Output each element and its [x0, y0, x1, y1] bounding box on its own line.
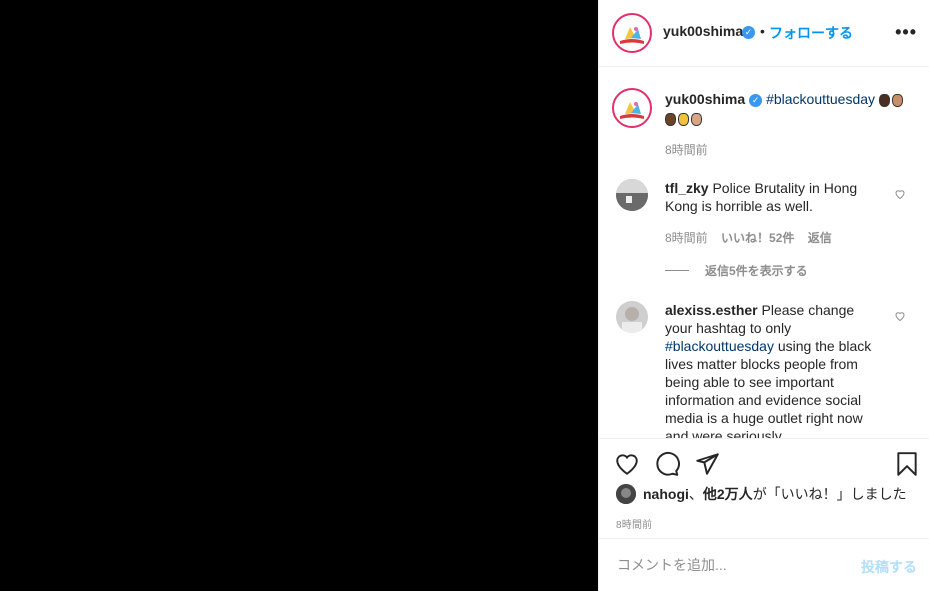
- likes-suffix: が「いいね！」しました: [752, 486, 907, 502]
- verified-badge-icon: ✓: [742, 26, 755, 39]
- raised-fist-medium-emoji-icon: [891, 93, 903, 107]
- avatar-photo-icon: [616, 179, 648, 211]
- comment-meta: 8時間前 いいね！52件 返信: [665, 229, 842, 246]
- post-side-panel: yuk00shima ✓ • フォローする ••• yuk00shima ✓ #…: [598, 0, 929, 591]
- view-replies-button[interactable]: 返信5件を表示する: [665, 262, 808, 279]
- avatar-illustration-icon: [616, 17, 648, 49]
- comment-like-count[interactable]: いいね！52件: [721, 231, 794, 245]
- likes-others-count[interactable]: 他2万人: [703, 484, 753, 504]
- comment-avatar[interactable]: [616, 301, 648, 333]
- caption-time[interactable]: 8時間前: [665, 141, 708, 158]
- save-bookmark-icon[interactable]: [894, 451, 920, 477]
- avatar-illustration-icon: [616, 92, 648, 124]
- raised-fist-yellow-emoji-icon: [678, 112, 689, 126]
- comment-like-heart-icon[interactable]: [894, 188, 906, 200]
- comment-text: alexiss.esther Please change your hashta…: [665, 301, 875, 438]
- comment-username[interactable]: tfl_zky: [665, 180, 709, 196]
- instagram-post-viewer: yuk00shima ✓ • フォローする ••• yuk00shima ✓ #…: [0, 0, 929, 591]
- caption-username[interactable]: yuk00shima: [665, 91, 745, 107]
- author-avatar[interactable]: [612, 13, 652, 53]
- raised-fist-dark-emoji-icon: [878, 93, 890, 107]
- likes-summary: nahogi、他2万人 が「いいね！」しました: [616, 484, 907, 504]
- likes-sep: 、: [688, 486, 703, 502]
- comment-hashtag[interactable]: #blackouttuesday: [665, 338, 774, 354]
- caption-author-avatar[interactable]: [612, 88, 652, 128]
- add-comment-bar: 投稿する: [599, 538, 929, 591]
- replies-divider-line: [665, 270, 689, 271]
- like-heart-icon[interactable]: [614, 451, 640, 477]
- view-replies-label: 返信5件を表示する: [705, 264, 808, 278]
- avatar-photo-icon: [616, 301, 648, 333]
- comment-reply-button[interactable]: 返信: [808, 231, 832, 245]
- liker-username[interactable]: nahogi: [643, 486, 689, 502]
- header-username[interactable]: yuk00shima: [663, 23, 743, 39]
- follow-button[interactable]: フォローする: [769, 23, 853, 43]
- comments-list[interactable]: yuk00shima ✓ #blackouttuesday 8時間前 tfl_zk…: [599, 68, 929, 438]
- raised-fist-light-emoji-icon: [691, 112, 702, 126]
- share-send-icon[interactable]: [694, 451, 720, 477]
- header-separator: •: [760, 23, 765, 39]
- comment-text: tfl_zky Police Brutality in Hong Kong is…: [665, 179, 875, 215]
- post-comment-button[interactable]: 投稿する: [861, 557, 917, 577]
- more-options-icon[interactable]: •••: [895, 22, 917, 43]
- comment-input[interactable]: [615, 556, 839, 574]
- post-actions: nahogi、他2万人 が「いいね！」しました 8時間前: [599, 438, 929, 539]
- comment-like-heart-icon[interactable]: [894, 310, 906, 322]
- liker-avatar[interactable]: [616, 484, 636, 504]
- post-header: yuk00shima ✓ • フォローする •••: [599, 0, 929, 67]
- comment-avatar[interactable]: [616, 179, 648, 211]
- verified-badge-icon: ✓: [749, 93, 763, 107]
- caption-text: yuk00shima ✓ #blackouttuesday: [665, 90, 915, 128]
- raised-fist-brown-emoji-icon: [665, 112, 676, 126]
- caption-hashtag[interactable]: #blackouttuesday: [766, 91, 875, 107]
- post-media-black-image[interactable]: [0, 0, 598, 591]
- comment-username[interactable]: alexiss.esther: [665, 302, 758, 318]
- comment-bubble-icon[interactable]: [654, 451, 680, 477]
- comment-time[interactable]: 8時間前: [665, 231, 708, 245]
- avatar-photo-icon: [616, 484, 636, 504]
- post-timestamp[interactable]: 8時間前: [616, 516, 652, 531]
